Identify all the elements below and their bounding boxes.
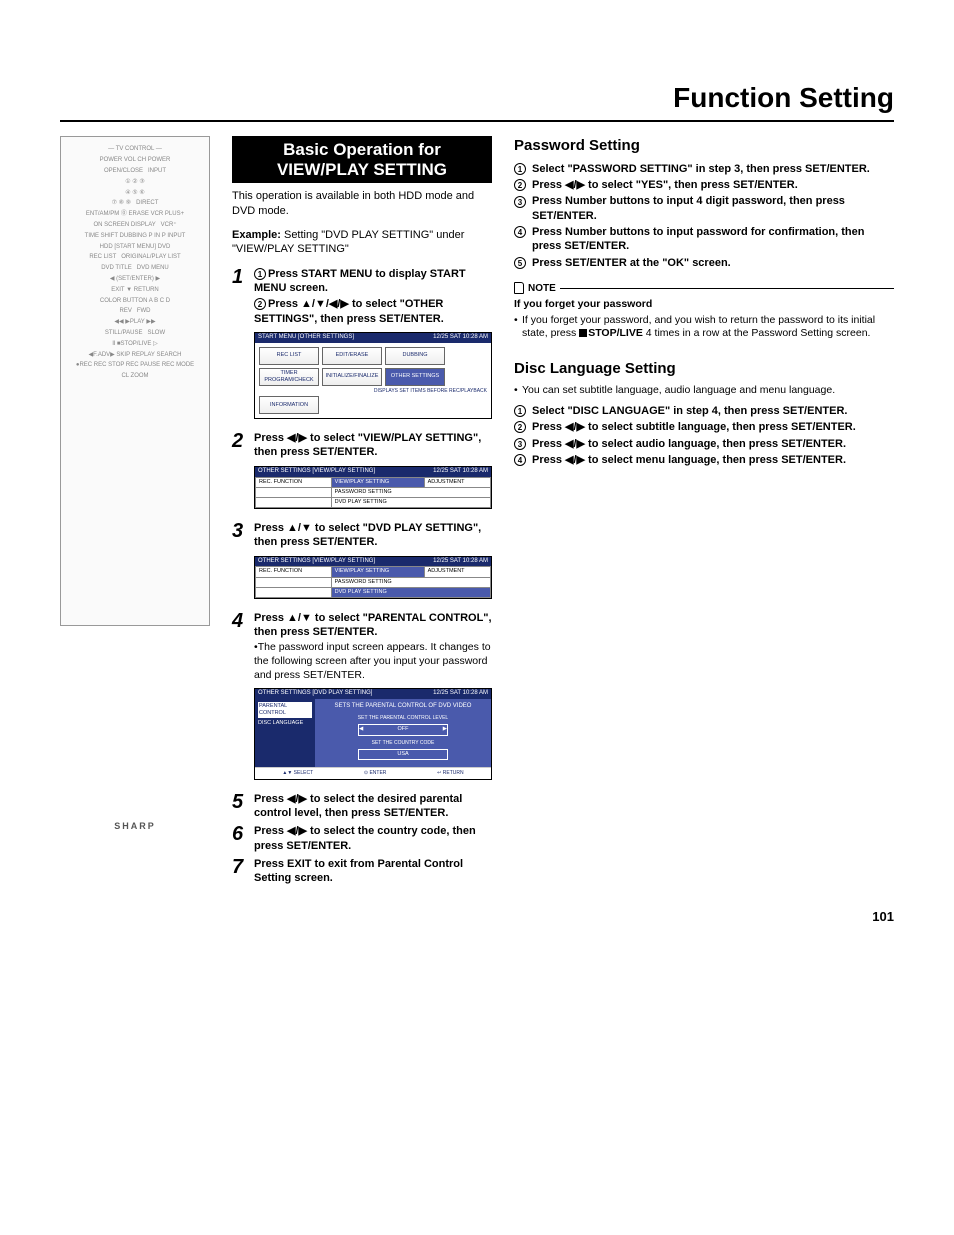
osd1-hint: DISPLAYS SET ITEMS BEFORE REC/PLAYBACK — [259, 388, 487, 395]
osd3-tab: VIEW/PLAY SETTING — [331, 567, 424, 577]
step3-text: Press ▲/▼ to select "DVD PLAY SETTING", … — [254, 521, 492, 550]
disc-language-heading: Disc Language Setting — [514, 359, 894, 379]
osd3-tab2: ADJUSTMENT — [424, 567, 490, 577]
osd-btn: INITIALIZE/FINALIZE — [322, 368, 382, 386]
osd2-left: REC. FUNCTION — [256, 477, 332, 487]
osd3-row: PASSWORD SETTING — [331, 577, 490, 587]
osd3-title: OTHER SETTINGS [VIEW/PLAY SETTING] — [258, 558, 375, 566]
osd4-val1: OFF — [363, 726, 443, 733]
step2-text: Press ◀/▶ to select "VIEW/PLAY SETTING",… — [254, 431, 492, 460]
osd1-title: START MENU [OTHER SETTINGS] — [258, 334, 354, 342]
pw-item-5: Press SET/ENTER at the "OK" screen. — [532, 256, 894, 270]
step-7: 7 Press EXIT to exit from Parental Contr… — [232, 857, 492, 886]
note-subhead: If you forget your password — [514, 298, 894, 312]
osd2-row: DVD PLAY SETTING — [331, 497, 490, 507]
osd4-title: OTHER SETTINGS [DVD PLAY SETTING] — [258, 690, 372, 698]
intro-text: This operation is available in both HDD … — [232, 189, 492, 218]
step-6: 6 Press ◀/▶ to select the country code, … — [232, 824, 492, 853]
osd2-row: PASSWORD SETTING — [331, 487, 490, 497]
osd3-time: 12/25 SAT 10:28 AM — [433, 558, 488, 566]
note-icon — [514, 282, 524, 294]
disc-item-1: Select "DISC LANGUAGE" in step 4, then p… — [532, 404, 894, 418]
osd-btn: TIMER PROGRAM/CHECK — [259, 368, 319, 386]
pw-item-3: Press Number buttons to input 4 digit pa… — [532, 194, 894, 223]
osd4-foot: RETURN — [443, 770, 464, 776]
osd-btn: EDIT/ERASE — [322, 347, 382, 365]
page-title: Function Setting — [60, 80, 894, 116]
disc-intro-text: You can set subtitle language, audio lan… — [522, 384, 835, 398]
osd-start-menu: START MENU [OTHER SETTINGS] 12/25 SAT 10:… — [254, 332, 492, 419]
step1b-text: Press ▲/▼/◀/▶ to select "OTHER SETTINGS"… — [254, 298, 444, 324]
step-2: 2 Press ◀/▶ to select "VIEW/PLAY SETTING… — [232, 431, 492, 460]
note-bullet: • If you forget your password, and you w… — [514, 314, 894, 341]
osd4-desc: SETS THE PARENTAL CONTROL OF DVD VIDEO — [319, 703, 487, 711]
osd2-tab: VIEW/PLAY SETTING — [331, 477, 424, 487]
stop-icon — [579, 329, 587, 337]
osd-dvdplay: OTHER SETTINGS [DVD PLAY SETTING] 12/25 S… — [254, 688, 492, 779]
pw-item-4: Press Number buttons to input password f… — [532, 225, 894, 254]
disc-intro: • You can set subtitle language, audio l… — [514, 384, 894, 398]
step5-text: Press ◀/▶ to select the desired parental… — [254, 792, 492, 821]
step-1: 1 1Press START MENU to display START MEN… — [232, 267, 492, 326]
section-banner: Basic Operation for VIEW/PLAY SETTING — [232, 136, 492, 183]
step7-text: Press EXIT to exit from Parental Control… — [254, 857, 492, 886]
step6-text: Press ◀/▶ to select the country code, th… — [254, 824, 492, 853]
osd-btn: DUBBING — [385, 347, 445, 365]
osd4-time: 12/25 SAT 10:28 AM — [433, 690, 488, 698]
right-column: Password Setting 1Select "PASSWORD SETTI… — [514, 136, 894, 889]
note-heading: NOTE — [514, 282, 894, 295]
disc-item-3: Press ◀/▶ to select audio language, then… — [532, 437, 894, 451]
remote-column: — TV CONTROL — POWER VOL CH POWER OPEN/C… — [60, 136, 210, 889]
step-5: 5 Press ◀/▶ to select the desired parent… — [232, 792, 492, 821]
example-label: Example: — [232, 229, 281, 241]
password-setting-heading: Password Setting — [514, 136, 894, 156]
osd1-time: 12/25 SAT 10:28 AM — [433, 334, 488, 342]
example-text: Example: Setting "DVD PLAY SETTING" unde… — [232, 228, 492, 257]
osd2-time: 12/25 SAT 10:28 AM — [433, 468, 488, 476]
osd4-left-sel: PARENTAL CONTROL — [258, 702, 312, 718]
osd2-title: OTHER SETTINGS [VIEW/PLAY SETTING] — [258, 468, 375, 476]
osd-viewplay-1: OTHER SETTINGS [VIEW/PLAY SETTING] 12/25 … — [254, 466, 492, 509]
osd-viewplay-2: OTHER SETTINGS [VIEW/PLAY SETTING] 12/25 … — [254, 556, 492, 599]
osd-btn: INFORMATION — [259, 396, 319, 414]
step4-sub: The password input screen appears. It ch… — [254, 641, 491, 680]
note-stop: STOP/LIVE — [588, 327, 643, 339]
step4-text: Press ▲/▼ to select "PARENTAL CONTROL", … — [254, 612, 492, 638]
osd4-lbl2: SET THE COUNTRY CODE — [319, 740, 487, 747]
step-4: 4 Press ▲/▼ to select "PARENTAL CONTROL"… — [232, 611, 492, 683]
osd4-val2: USA — [359, 751, 447, 758]
osd4-left: DISC LANGUAGE — [258, 720, 312, 727]
osd4-foot: SELECT — [294, 770, 313, 776]
title-rule — [60, 120, 894, 122]
osd4-foot: ENTER — [369, 770, 386, 776]
remote-control-illustration: — TV CONTROL — POWER VOL CH POWER OPEN/C… — [60, 136, 210, 626]
osd3-row-sel: DVD PLAY SETTING — [331, 587, 490, 597]
remote-brand: SHARP — [67, 821, 203, 833]
pw-item-1: Select "PASSWORD SETTING" in step 3, the… — [532, 162, 894, 176]
pw-item-2: Press ◀/▶ to select "YES", then press SE… — [532, 178, 894, 192]
step1a-text: Press START MENU to display START MENU s… — [254, 268, 466, 294]
note-body-2: 4 times in a row at the Password Setting… — [643, 327, 871, 339]
disc-item-2: Press ◀/▶ to select subtitle language, t… — [532, 420, 894, 434]
osd2-tab2: ADJUSTMENT — [424, 477, 490, 487]
step-3: 3 Press ▲/▼ to select "DVD PLAY SETTING"… — [232, 521, 492, 550]
osd4-lbl1: SET THE PARENTAL CONTROL LEVEL — [319, 715, 487, 722]
osd-btn: REC LIST — [259, 347, 319, 365]
note-label: NOTE — [528, 282, 556, 295]
osd-btn-selected: OTHER SETTINGS — [385, 368, 445, 386]
osd3-left: REC. FUNCTION — [256, 567, 332, 577]
disc-item-4: Press ◀/▶ to select menu language, then … — [532, 453, 894, 467]
middle-column: Basic Operation for VIEW/PLAY SETTING Th… — [232, 136, 492, 889]
page-number: 101 — [60, 909, 894, 926]
